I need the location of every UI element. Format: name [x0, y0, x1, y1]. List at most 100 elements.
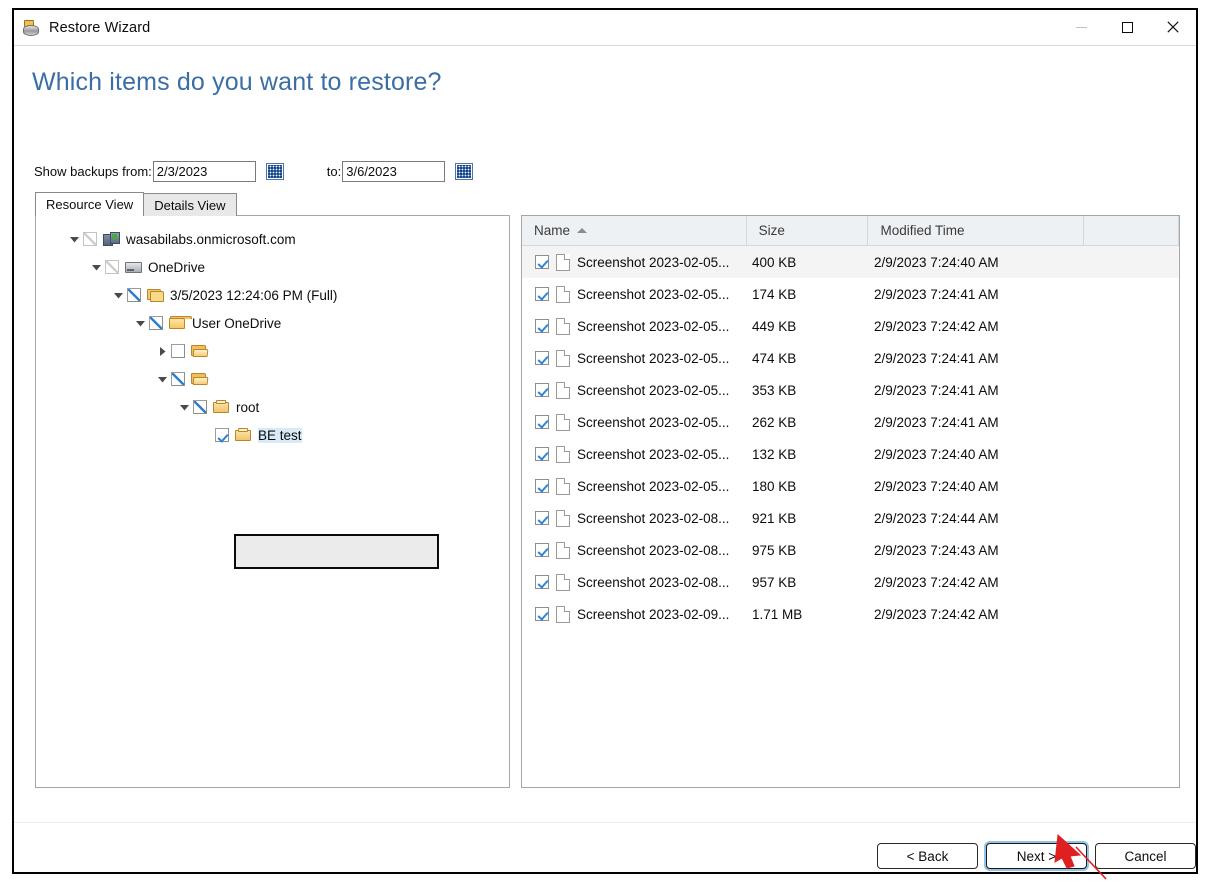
date-from-input[interactable] [152, 160, 256, 182]
column-header-label: Size [758, 223, 785, 238]
calendar-icon-from[interactable] [265, 162, 284, 180]
resource-tree-panel[interactable]: wasabilabs.onmicrosoft.com OneDrive 3/5/20… [35, 215, 510, 788]
tree-node[interactable]: 3/5/2023 12:24:06 PM (Full) [36, 281, 509, 309]
folder-open-icon [191, 372, 209, 387]
column-header[interactable]: Name [522, 216, 747, 245]
row-checkbox[interactable] [535, 383, 549, 397]
chevron-down-icon[interactable] [66, 231, 82, 247]
tree-node[interactable]: User OneDrive [36, 309, 509, 337]
row-checkbox[interactable] [535, 575, 549, 589]
document-icon [556, 477, 570, 495]
row-checkbox[interactable] [535, 543, 549, 557]
table-row[interactable]: Screenshot 2023-02-05... 449 KB 2/9/2023 7… [522, 310, 1179, 342]
cancel-button[interactable]: Cancel [1095, 843, 1196, 869]
tree-node[interactable] [36, 365, 509, 393]
table-row[interactable]: Screenshot 2023-02-05... 262 KB 2/9/2023 7… [522, 406, 1179, 438]
row-size: 474 KB [752, 350, 797, 366]
row-name: Screenshot 2023-02-05... [577, 446, 730, 462]
column-header[interactable]: Size [747, 216, 869, 245]
folder-open-icon [191, 344, 209, 359]
tree-node-checkbox[interactable] [83, 232, 97, 246]
column-header[interactable]: Modified Time [868, 216, 1085, 245]
table-row[interactable]: Screenshot 2023-02-09... 1.71 MB 2/9/2023 … [522, 598, 1179, 630]
row-name: Screenshot 2023-02-05... [577, 318, 730, 334]
tree-node-checkbox[interactable] [171, 372, 185, 386]
table-row[interactable]: Screenshot 2023-02-08... 957 KB 2/9/2023 7… [522, 566, 1179, 598]
row-name: Screenshot 2023-02-05... [577, 254, 730, 270]
column-header-label: Modified Time [880, 223, 965, 238]
table-row[interactable]: Screenshot 2023-02-05... 174 KB 2/9/2023 7… [522, 278, 1179, 310]
table-row[interactable]: Screenshot 2023-02-08... 921 KB 2/9/2023 7… [522, 502, 1179, 534]
close-icon[interactable] [1150, 10, 1196, 44]
chevron-down-icon[interactable] [132, 315, 148, 331]
chevron-down-icon[interactable] [176, 399, 192, 415]
window-controls [1058, 10, 1196, 44]
document-icon [556, 413, 570, 431]
tab-details-view[interactable]: Details View [143, 193, 237, 216]
window-title: Restore Wizard [49, 19, 151, 36]
row-checkbox[interactable] [535, 415, 549, 429]
tree-node-checkbox[interactable] [149, 316, 163, 330]
row-name: Screenshot 2023-02-08... [577, 510, 730, 526]
row-name: Screenshot 2023-02-08... [577, 574, 730, 590]
row-checkbox[interactable] [535, 319, 549, 333]
document-icon [556, 541, 570, 559]
row-modified-time: 2/9/2023 7:24:44 AM [874, 510, 999, 526]
tree-node-checkbox[interactable] [215, 428, 229, 442]
calendar-icon-to[interactable] [455, 162, 474, 180]
table-row[interactable]: Screenshot 2023-02-05... 132 KB 2/9/2023 7… [522, 438, 1179, 470]
document-icon [556, 509, 570, 527]
row-modified-time: 2/9/2023 7:24:42 AM [874, 606, 999, 622]
chevron-right-icon[interactable] [154, 343, 170, 359]
date-to-input[interactable] [342, 160, 446, 182]
tree-node-checkbox[interactable] [127, 288, 141, 302]
tree-node-checkbox[interactable] [105, 260, 119, 274]
tree-node-checkbox[interactable] [171, 344, 185, 358]
tree-node-checkbox[interactable] [193, 400, 207, 414]
minimize-icon[interactable] [1058, 10, 1104, 44]
date-filter-row: Show backups from: to: [34, 160, 474, 182]
next-button[interactable]: Next > [986, 843, 1087, 869]
table-row[interactable]: Screenshot 2023-02-08... 975 KB 2/9/2023 7… [522, 534, 1179, 566]
file-list-panel[interactable]: Name Size Modified Time Screenshot 2023-02… [521, 215, 1180, 788]
tree-node[interactable]: OneDrive [36, 253, 509, 281]
document-icon [556, 285, 570, 303]
table-row[interactable]: Screenshot 2023-02-05... 474 KB 2/9/2023 7… [522, 342, 1179, 374]
tree-node[interactable]: BE test [36, 421, 509, 449]
row-modified-time: 2/9/2023 7:24:40 AM [874, 254, 999, 270]
row-modified-time: 2/9/2023 7:24:41 AM [874, 414, 999, 430]
show-backups-from-label: Show backups from: [34, 163, 152, 179]
row-modified-time: 2/9/2023 7:24:40 AM [874, 478, 999, 494]
chevron-down-icon[interactable] [110, 287, 126, 303]
row-size: 132 KB [752, 446, 797, 462]
row-checkbox[interactable] [535, 447, 549, 461]
tree-node[interactable] [36, 337, 509, 365]
folder-icon [169, 315, 192, 331]
table-row[interactable]: Screenshot 2023-02-05... 180 KB 2/9/2023 7… [522, 470, 1179, 502]
tree-node[interactable]: root [36, 393, 509, 421]
footer-bar: < Back Next > Cancel [14, 823, 1196, 872]
row-checkbox[interactable] [535, 511, 549, 525]
document-icon [556, 317, 570, 335]
file-list-rows: Screenshot 2023-02-05... 400 KB 2/9/2023 7… [522, 246, 1179, 787]
row-modified-time: 2/9/2023 7:24:41 AM [874, 286, 999, 302]
chevron-down-icon[interactable] [88, 259, 104, 275]
backup-set-icon [147, 288, 165, 303]
row-checkbox[interactable] [535, 351, 549, 365]
column-header[interactable] [1084, 216, 1179, 245]
row-name: Screenshot 2023-02-05... [577, 350, 730, 366]
maximize-icon[interactable] [1104, 10, 1150, 44]
row-checkbox[interactable] [535, 479, 549, 493]
back-button[interactable]: < Back [877, 843, 978, 869]
row-checkbox[interactable] [535, 607, 549, 621]
row-checkbox[interactable] [535, 255, 549, 269]
table-row[interactable]: Screenshot 2023-02-05... 353 KB 2/9/2023 7… [522, 374, 1179, 406]
column-header-label: Name [534, 223, 571, 238]
row-checkbox[interactable] [535, 287, 549, 301]
table-row[interactable]: Screenshot 2023-02-05... 400 KB 2/9/2023 7… [522, 246, 1179, 278]
title-bar[interactable]: Restore Wizard [14, 10, 1196, 46]
tab-resource-view[interactable]: Resource View [35, 192, 145, 216]
chevron-down-icon[interactable] [154, 371, 170, 387]
row-name: Screenshot 2023-02-08... [577, 542, 730, 558]
tree-node[interactable]: wasabilabs.onmicrosoft.com [36, 225, 509, 253]
